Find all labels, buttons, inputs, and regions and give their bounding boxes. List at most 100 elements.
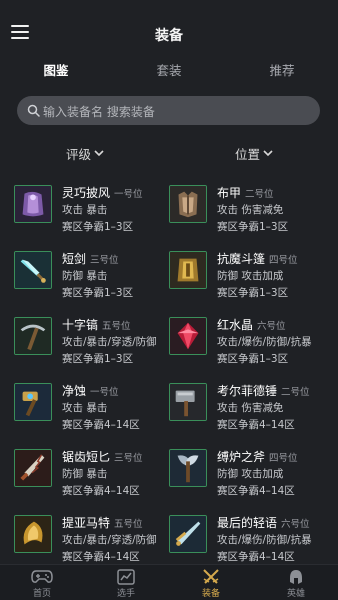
helmet-icon xyxy=(290,570,302,584)
filter-position[interactable]: 位置 xyxy=(235,144,273,163)
item-tier: 赛区争霸4–14区 xyxy=(62,419,140,431)
item-tags: 防御 攻击加成 xyxy=(217,270,284,282)
item-tags: 攻击 暴击 xyxy=(62,402,108,414)
gamepad-icon xyxy=(31,570,53,583)
item-rank: 四号位 xyxy=(269,453,298,464)
item-name: 红水晶 xyxy=(217,318,254,332)
equipment-item[interactable]: 短剑 三号位 防御 暴击 赛区争霸1–3区 xyxy=(14,248,174,308)
filter-bar: 评级 位置 xyxy=(0,144,338,164)
item-name: 净蚀 xyxy=(62,384,87,398)
search-placeholder: 输入装备名 搜索装备 xyxy=(43,105,155,119)
equipment-item[interactable]: 最后的轻语 六号位 攻击/爆伤/防御/抗暴 赛区争霸4–14区 xyxy=(169,512,329,572)
tiamat-icon xyxy=(14,515,52,553)
item-name: 最后的轻语 xyxy=(217,516,278,530)
equipment-item[interactable]: 缚炉之斧 四号位 防御 攻击加成 赛区争霸4–14区 xyxy=(169,446,329,506)
chevron-down-icon xyxy=(94,150,104,157)
item-rank: 六号位 xyxy=(281,519,310,530)
item-tags: 攻击/暴击/穿透/防御 xyxy=(62,534,157,546)
cloak-icon xyxy=(14,185,52,223)
equipment-item[interactable]: 净蚀 一号位 攻击 暴击 赛区争霸4–14区 xyxy=(14,380,174,440)
item-name: 缚炉之斧 xyxy=(217,450,266,464)
tab-bar: 图鉴 套装 推荐 xyxy=(0,60,338,84)
tab-sets[interactable]: 套装 xyxy=(129,60,209,79)
item-name: 抗魔斗篷 xyxy=(217,252,266,266)
item-tier: 赛区争霸4–14区 xyxy=(62,485,140,497)
pickaxe-icon xyxy=(14,317,52,355)
item-rank: 一号位 xyxy=(90,387,119,398)
equipment-item[interactable]: 十字镐 五号位 攻击/暴击/穿透/防御 赛区争霸1–3区 xyxy=(14,314,174,374)
item-tags: 攻击/爆伤/防御/抗暴 xyxy=(217,336,312,348)
item-tags: 攻击 伤害减免 xyxy=(217,204,284,216)
armor-icon xyxy=(169,185,207,223)
chevron-down-icon xyxy=(263,150,273,157)
equipment-item[interactable]: 红水晶 六号位 攻击/爆伤/防御/抗暴 赛区争霸1–3区 xyxy=(169,314,329,374)
filter-position-label: 位置 xyxy=(235,147,261,162)
tab-catalog[interactable]: 图鉴 xyxy=(16,60,96,79)
tab-recommend[interactable]: 推荐 xyxy=(242,60,322,79)
equipment-item[interactable]: 灵巧披风 一号位 攻击 暴击 赛区争霸1–3区 xyxy=(14,182,174,242)
nav-home[interactable]: 首页 xyxy=(12,567,72,599)
bottom-nav: 首页 选手 装备 英雄 xyxy=(0,564,338,600)
item-tier: 赛区争霸4–14区 xyxy=(217,551,295,563)
item-rank: 二号位 xyxy=(245,189,274,200)
item-tier: 赛区争霸4–14区 xyxy=(62,551,140,563)
item-rank: 三号位 xyxy=(114,453,143,464)
item-tags: 防御 攻击加成 xyxy=(217,468,284,480)
equipment-item[interactable]: 提亚马特 五号位 攻击/暴击/穿透/防御 赛区争霸4–14区 xyxy=(14,512,174,572)
nav-equipment[interactable]: 装备 xyxy=(181,567,241,599)
nav-heroes[interactable]: 英雄 xyxy=(266,567,326,599)
item-rank: 三号位 xyxy=(90,255,119,266)
magic-cloak-icon xyxy=(169,251,207,289)
item-name: 提亚马特 xyxy=(62,516,111,530)
item-tags: 攻击/暴击/穿透/防御 xyxy=(62,336,157,348)
item-tier: 赛区争霸1–3区 xyxy=(62,221,134,233)
short-sword-icon xyxy=(14,251,52,289)
equipment-item[interactable]: 考尔菲德锤 二号位 攻击 伤害减免 赛区争霸4–14区 xyxy=(169,380,329,440)
crossed-swords-icon xyxy=(203,569,219,584)
equipment-item[interactable]: 锯齿短匕 三号位 防御 暴击 赛区争霸4–14区 xyxy=(14,446,174,506)
nav-label: 英雄 xyxy=(286,589,305,599)
item-rank: 四号位 xyxy=(269,255,298,266)
app-header: 装备 xyxy=(0,0,338,62)
item-tier: 赛区争霸1–3区 xyxy=(217,353,289,365)
axe-icon xyxy=(169,449,207,487)
item-name: 十字镐 xyxy=(62,318,99,332)
serrated-dagger-icon xyxy=(14,449,52,487)
filter-rating[interactable]: 评级 xyxy=(66,144,104,163)
item-tier: 赛区争霸1–3区 xyxy=(62,353,134,365)
item-name: 布甲 xyxy=(217,186,242,200)
item-name: 短剑 xyxy=(62,252,87,266)
last-whisper-icon xyxy=(169,515,207,553)
item-tags: 攻击 伤害减免 xyxy=(217,402,284,414)
nav-label: 选手 xyxy=(116,589,135,599)
equipment-item[interactable]: 抗魔斗篷 四号位 防御 攻击加成 赛区争霸1–3区 xyxy=(169,248,329,308)
item-tags: 防御 暴击 xyxy=(62,270,108,282)
item-name: 灵巧披风 xyxy=(62,186,111,200)
item-name: 考尔菲德锤 xyxy=(217,384,278,398)
warhammer-icon xyxy=(169,383,207,421)
red-crystal-icon xyxy=(169,317,207,355)
item-tier: 赛区争霸4–14区 xyxy=(217,419,295,431)
page-title: 装备 xyxy=(155,28,183,44)
item-tier: 赛区争霸1–3区 xyxy=(217,221,289,233)
item-rank: 五号位 xyxy=(114,519,143,530)
search-icon xyxy=(27,104,40,117)
item-tier: 赛区争霸1–3区 xyxy=(217,287,289,299)
item-rank: 五号位 xyxy=(102,321,131,332)
nav-label: 装备 xyxy=(201,589,220,599)
nav-players[interactable]: 选手 xyxy=(96,567,156,599)
item-name: 锯齿短匕 xyxy=(62,450,111,464)
chart-icon xyxy=(117,569,135,585)
search-input[interactable]: 输入装备名 搜索装备 xyxy=(17,96,320,125)
nav-label: 首页 xyxy=(32,589,51,599)
item-tags: 攻击/爆伤/防御/抗暴 xyxy=(217,534,312,546)
item-rank: 一号位 xyxy=(114,189,143,200)
item-rank: 二号位 xyxy=(281,387,310,398)
item-rank: 六号位 xyxy=(257,321,286,332)
filter-rating-label: 评级 xyxy=(66,147,92,162)
item-tags: 攻击 暴击 xyxy=(62,204,108,216)
item-tags: 防御 暴击 xyxy=(62,468,108,480)
purify-hammer-icon xyxy=(14,383,52,421)
item-tier: 赛区争霸1–3区 xyxy=(62,287,134,299)
equipment-item[interactable]: 布甲 二号位 攻击 伤害减免 赛区争霸1–3区 xyxy=(169,182,329,242)
